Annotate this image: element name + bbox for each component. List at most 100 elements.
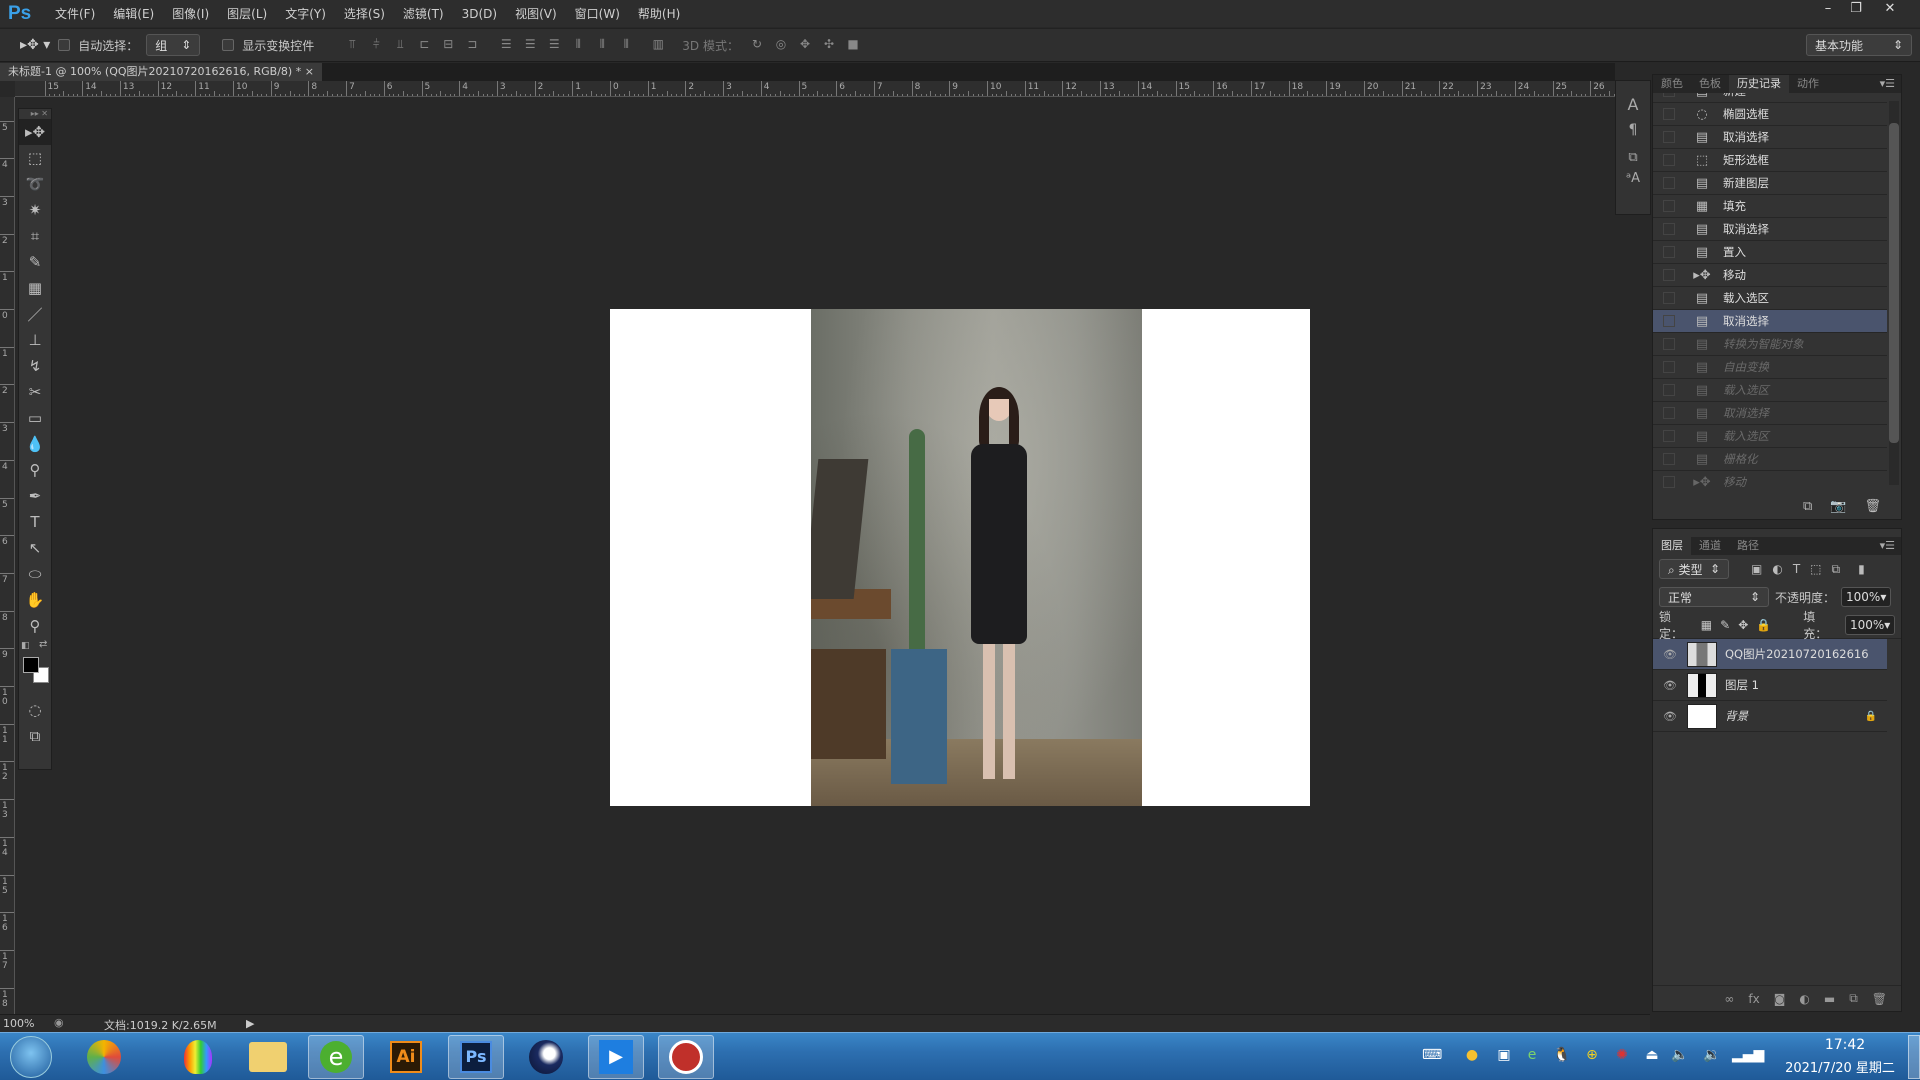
panel-tab[interactable]: 通道 [1691, 537, 1729, 555]
foreground-color-swatch[interactable] [23, 657, 39, 673]
distribute-vcenter-icon[interactable]: ☰ [520, 37, 540, 53]
minimize-button[interactable]: – [1814, 0, 1842, 18]
character-panel-icon[interactable]: A [1616, 95, 1650, 114]
taskbar-cinema4d-icon[interactable] [518, 1035, 574, 1079]
pen-tool[interactable]: ✒ [19, 483, 51, 509]
new-layer-icon[interactable]: ⧉ [1849, 991, 1858, 1006]
start-button[interactable] [10, 1036, 52, 1078]
history-source-checkbox[interactable] [1663, 384, 1675, 396]
history-source-checkbox[interactable] [1663, 476, 1675, 488]
eye-icon[interactable]: 👁 [1659, 648, 1681, 661]
new-snapshot-icon[interactable]: 📷 [1830, 499, 1846, 514]
panel-tab[interactable]: 历史记录 [1729, 75, 1789, 93]
history-source-checkbox[interactable] [1663, 131, 1675, 143]
menu-help[interactable]: 帮助(H) [629, 5, 689, 22]
healing-brush-tool[interactable]: ▦ [19, 275, 51, 301]
history-source-checkbox[interactable] [1663, 361, 1675, 373]
history-scrollbar[interactable] [1889, 101, 1899, 485]
magic-wand-tool[interactable]: ✷ [19, 197, 51, 223]
dodge-tool[interactable]: ⚲ [19, 457, 51, 483]
menu-window[interactable]: 窗口(W) [566, 5, 629, 22]
keyboard-icon[interactable]: ⌨ [1422, 1047, 1442, 1067]
history-state[interactable]: ▤ 载入选区 [1653, 425, 1887, 448]
history-source-checkbox[interactable] [1663, 223, 1675, 235]
history-state[interactable]: ▸✥ 移动 [1653, 471, 1887, 491]
panel-tab[interactable]: 色板 [1691, 75, 1729, 93]
panel-tab[interactable]: 路径 [1729, 537, 1767, 555]
menu-layer[interactable]: 图层(L) [218, 5, 276, 22]
history-source-checkbox[interactable] [1663, 407, 1675, 419]
filter-toggle[interactable]: ▮ [1858, 562, 1865, 576]
taskbar-browser-icon[interactable]: e [308, 1035, 364, 1079]
fill-input[interactable]: 100% ▾ [1844, 614, 1895, 635]
taskbar-explorer-icon[interactable] [240, 1035, 296, 1079]
layer-filter-dropdown[interactable]: ⌕ 类型 ⇕ [1659, 559, 1729, 579]
distribute-right-icon[interactable]: ⫴ [616, 37, 636, 53]
align-right-icon[interactable]: ⊐ [462, 37, 482, 53]
history-state[interactable]: ▤ 载入选区 [1653, 379, 1887, 402]
history-state[interactable]: ▤ 取消选择 [1653, 310, 1887, 333]
filter-adjustment-icon[interactable]: ◐ [1772, 562, 1782, 576]
history-state[interactable]: ▦ 填充 [1653, 195, 1887, 218]
history-source-checkbox[interactable] [1663, 338, 1675, 350]
tray-app-icon[interactable]: ● [1462, 1047, 1482, 1067]
align-hcenter-icon[interactable]: ⊟ [438, 37, 458, 53]
auto-select-dropdown[interactable]: 组 ⇕ [146, 34, 201, 56]
menu-view[interactable]: 视图(V) [506, 5, 566, 22]
taskbar-360-icon[interactable] [76, 1035, 132, 1079]
rect-marquee-tool[interactable]: ⬚ [19, 145, 51, 171]
clock-time[interactable]: 17:42 [1790, 1037, 1900, 1053]
history-source-checkbox[interactable] [1663, 269, 1675, 281]
usb-icon[interactable]: ⏏ [1642, 1047, 1662, 1067]
filter-smart-object-icon[interactable]: ⧉ [1832, 562, 1841, 577]
clock-date[interactable]: 2021/7/20 星期二 [1770, 1057, 1910, 1076]
align-bottom-icon[interactable]: ⫫ [390, 37, 410, 53]
filter-type-icon[interactable]: T [1793, 562, 1800, 576]
menu-type[interactable]: 文字(Y) [276, 5, 335, 22]
history-state[interactable]: ▤ 新建图层 [1653, 172, 1887, 195]
brush-tool[interactable]: ／ [19, 301, 51, 327]
history-source-checkbox[interactable] [1663, 177, 1675, 189]
lasso-tool[interactable]: ➰ [19, 171, 51, 197]
history-state[interactable]: ▤ 取消选择 [1653, 126, 1887, 149]
history-source-checkbox[interactable] [1663, 453, 1675, 465]
history-source-checkbox[interactable] [1663, 200, 1675, 212]
lock-transparent-icon[interactable]: ▦ [1701, 618, 1712, 632]
hand-tool[interactable]: ✋ [19, 587, 51, 613]
swap-colors-icon[interactable]: ⇄ [39, 639, 47, 650]
menu-3d[interactable]: 3D(D) [453, 7, 506, 21]
history-state[interactable]: ▤ 栅格化 [1653, 448, 1887, 471]
panel-menu-icon[interactable]: ▾☰ [1880, 537, 1901, 555]
status-info-icon[interactable]: ◉ [54, 1016, 64, 1029]
blend-mode-dropdown[interactable]: 正常 ⇕ [1659, 587, 1769, 607]
3d-scale-icon[interactable]: ■ [843, 37, 863, 53]
new-group-icon[interactable]: ▬ [1824, 992, 1835, 1006]
workspace-dropdown[interactable]: 基本功能 ⇕ [1806, 34, 1912, 56]
panel-tab[interactable]: 图层 [1653, 537, 1691, 555]
menu-filter[interactable]: 滤镜(T) [394, 5, 453, 22]
distribute-bottom-icon[interactable]: ☰ [544, 37, 564, 53]
blur-tool[interactable]: 💧 [19, 431, 51, 457]
menu-image[interactable]: 图像(I) [163, 5, 218, 22]
3d-slide-icon[interactable]: ✣ [819, 37, 839, 53]
ellipse-tool[interactable]: ⬭ [19, 561, 51, 587]
history-source-checkbox[interactable] [1663, 292, 1675, 304]
lock-pixels-icon[interactable]: ✎ [1720, 618, 1730, 632]
eyedropper-tool[interactable]: ✎ [19, 249, 51, 275]
document-tab-close[interactable]: × [305, 65, 314, 78]
menu-file[interactable]: 文件(F) [46, 5, 104, 22]
taskbar-app-icon[interactable] [658, 1035, 714, 1079]
history-state[interactable]: ◌ 椭圆选框 [1653, 103, 1887, 126]
history-brush-tool[interactable]: ↯ [19, 353, 51, 379]
add-mask-icon[interactable]: ◙ [1774, 992, 1786, 1006]
move-tool[interactable]: ▸✥ [19, 119, 51, 145]
path-select-tool[interactable]: ↖ [19, 535, 51, 561]
panel-menu-icon[interactable]: ▾☰ [1880, 75, 1901, 93]
opacity-input[interactable]: 100% ▾ [1841, 587, 1892, 607]
eye-icon[interactable]: 👁 [1659, 710, 1681, 723]
layer-style-icon[interactable]: fx [1748, 992, 1759, 1006]
auto-select-checkbox[interactable] [58, 39, 71, 51]
history-source-checkbox[interactable] [1663, 108, 1675, 120]
status-menu-arrow[interactable]: ▶ [246, 1017, 254, 1030]
screen-mode-button[interactable]: ⧉ [19, 723, 51, 749]
